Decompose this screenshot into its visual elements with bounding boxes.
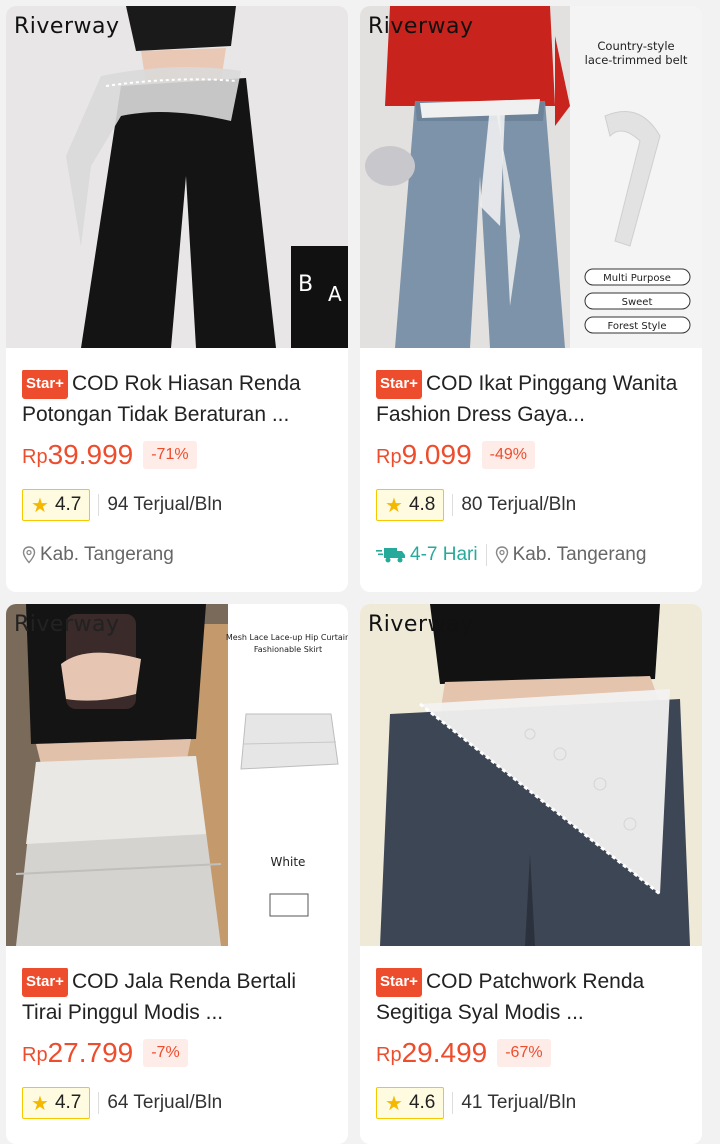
sold-count: 41 Terjual/Bln [461,1092,577,1113]
product-card[interactable]: Country-style lace-trimmed belt Multi Pu… [360,6,702,592]
location-text: Kab. Tangerang [40,544,174,565]
location-pin-icon [22,546,36,564]
brand-logo: Riverway [14,612,120,637]
price: 39.999 [47,439,134,470]
delivery-eta: 4-7 Hari [410,544,478,565]
rating-badge: ★ 4.7 [22,1087,91,1119]
product-card[interactable]: Mesh Lace Lace-up Hip Curtain Fashionabl… [6,604,348,1144]
rating-row: ★ 4.7 64 Terjual/Bln [22,1086,222,1120]
divider [452,1092,454,1114]
product-title[interactable]: Star+ COD Jala Renda Bertali Tirai Pinggu… [22,968,338,1027]
star-icon: ★ [31,494,49,517]
rating-badge: ★ 4.6 [376,1087,445,1119]
divider [485,544,487,566]
sold-count: 64 Terjual/Bln [107,1092,223,1113]
svg-text:A: A [328,282,342,306]
rating-badge: ★ 4.7 [22,489,91,521]
price-row: Rp 9.099 -49% [376,438,536,472]
star-plus-badge: Star+ [22,370,68,399]
discount-badge: -7% [143,1039,188,1067]
divider [98,494,100,516]
brand-logo: Riverway [368,14,474,39]
star-plus-badge: Star+ [376,370,422,399]
currency: Rp [376,446,402,468]
price: 27.799 [47,1037,134,1068]
svg-text:B: B [298,272,313,297]
location-pin-icon [495,546,508,564]
brand-logo: Riverway [368,612,474,637]
price-row: Rp 29.499 -67% [376,1036,551,1070]
discount-badge: -49% [481,441,536,469]
svg-text:White: White [271,855,306,869]
rating-row: ★ 4.6 41 Terjual/Bln [376,1086,576,1120]
location-row: Kab. Tangerang [22,540,174,570]
product-image[interactable]: Riverway [360,604,702,946]
brand-logo: Riverway [14,14,120,39]
svg-text:Forest Style: Forest Style [608,321,667,332]
star-icon: ★ [385,1092,403,1115]
product-grid: B A Riverway Star+ COD Rok Hiasan Renda P… [0,0,720,1144]
star-icon: ★ [385,494,403,517]
product-image[interactable]: Mesh Lace Lace-up Hip Curtain Fashionabl… [6,604,348,946]
price: 9.099 [401,439,472,470]
rating-value: 4.8 [408,494,436,515]
location-text: Kab. Tangerang [512,544,647,565]
svg-text:Fashionable Skirt: Fashionable Skirt [254,645,322,654]
delivery-location-row: 4-7 Hari Kab. Tangerang [376,540,646,570]
currency: Rp [22,446,48,468]
discount-badge: -71% [143,441,197,469]
product-title[interactable]: Star+ COD Patchwork Renda Segitiga Syal M… [376,968,692,1027]
price-row: Rp 39.999 -71% [22,438,197,472]
svg-text:lace-trimmed belt: lace-trimmed belt [585,53,688,67]
rating-value: 4.7 [54,494,82,515]
svg-text:Multi Purpose: Multi Purpose [603,273,671,284]
discount-badge: -67% [497,1039,551,1067]
currency: Rp [22,1044,48,1066]
price: 29.499 [401,1037,488,1068]
rating-badge: ★ 4.8 [376,489,445,521]
sold-count: 80 Terjual/Bln [461,494,577,515]
product-card[interactable]: B A Riverway Star+ COD Rok Hiasan Renda P… [6,6,348,592]
product-title[interactable]: Star+ COD Ikat Pinggang Wanita Fashion Dr… [376,370,692,429]
svg-text:Sweet: Sweet [622,297,653,308]
delivery-truck-icon [376,548,405,563]
rating-row: ★ 4.8 80 Terjual/Bln [376,488,576,522]
product-image[interactable]: B A Riverway [6,6,348,348]
svg-text:Mesh Lace Lace-up Hip Curtain: Mesh Lace Lace-up Hip Curtain [226,633,348,642]
price-row: Rp 27.799 -7% [22,1036,188,1070]
rating-row: ★ 4.7 94 Terjual/Bln [22,488,222,522]
divider [452,494,454,516]
svg-text:Country-style: Country-style [597,39,674,53]
sold-count: 94 Terjual/Bln [107,494,223,515]
star-plus-badge: Star+ [376,968,422,997]
star-plus-badge: Star+ [22,968,68,997]
star-icon: ★ [31,1092,49,1115]
rating-value: 4.6 [408,1092,436,1113]
divider [98,1092,100,1114]
rating-value: 4.7 [54,1092,82,1113]
currency: Rp [376,1044,402,1066]
product-image[interactable]: Country-style lace-trimmed belt Multi Pu… [360,6,702,348]
product-card[interactable]: Riverway Star+ COD Patchwork Renda Segiti… [360,604,702,1144]
product-title[interactable]: Star+ COD Rok Hiasan Renda Potongan Tidak… [22,370,338,429]
